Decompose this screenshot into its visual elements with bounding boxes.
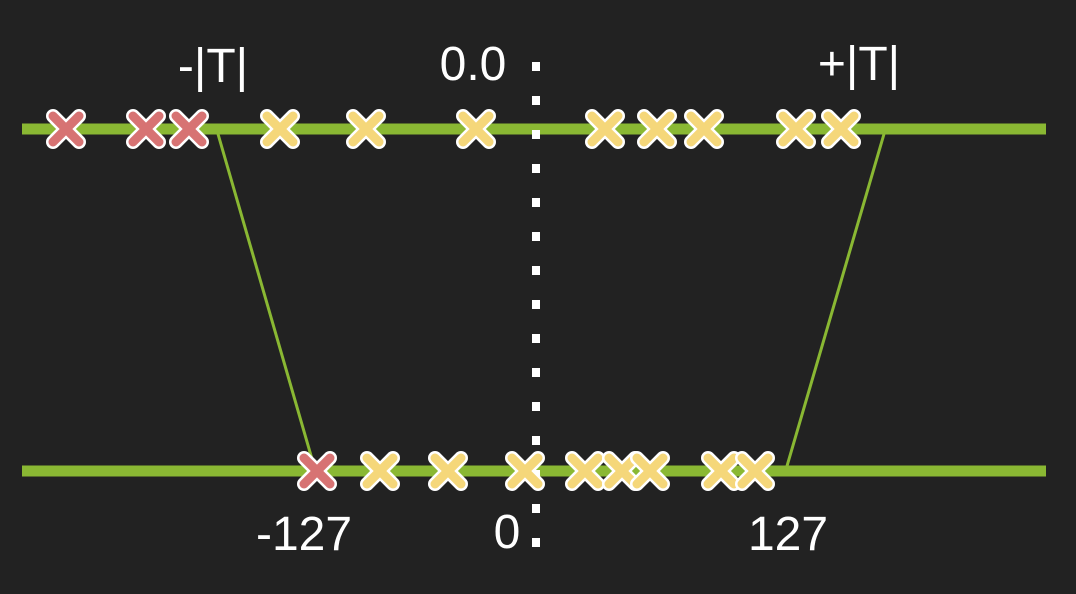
- float-value-marker: [585, 109, 625, 149]
- float-value-marker: [456, 109, 496, 149]
- int-value-marker: [360, 451, 400, 491]
- int-max-label: 127: [748, 508, 828, 561]
- int-value-marker: [630, 451, 670, 491]
- int-value-marker: [735, 451, 775, 491]
- float-zero-label: 0.0: [440, 38, 507, 91]
- int-value-marker: [701, 451, 741, 491]
- float-value-marker: [684, 109, 724, 149]
- float-value-marker: [776, 109, 816, 149]
- float-value-marker: [637, 109, 677, 149]
- quantization-diagram: -|T| 0.0 +|T| -127 0 127: [0, 0, 1076, 594]
- float-value-marker: [169, 109, 209, 149]
- neg-threshold-label: -|T|: [178, 40, 248, 93]
- int-min-label: -127: [256, 508, 352, 561]
- int-value-marker: [505, 451, 545, 491]
- int-value-marker: [602, 451, 642, 491]
- pos-threshold-label: +|T|: [818, 38, 900, 91]
- quantization-canvas: -|T| 0.0 +|T| -127 0 127: [22, 38, 1046, 561]
- neg-mapping-line: [216, 133, 316, 467]
- float-value-marker: [346, 109, 386, 149]
- int-zero-label: 0: [494, 506, 521, 559]
- float-value-marker: [126, 109, 166, 149]
- float-value-marker: [46, 109, 86, 149]
- float-value-marker: [821, 109, 861, 149]
- float-value-marker: [260, 109, 300, 149]
- int-value-marker: [565, 451, 605, 491]
- int-value-marker: [428, 451, 468, 491]
- int-value-marker: [297, 451, 337, 491]
- pos-mapping-line: [785, 133, 886, 467]
